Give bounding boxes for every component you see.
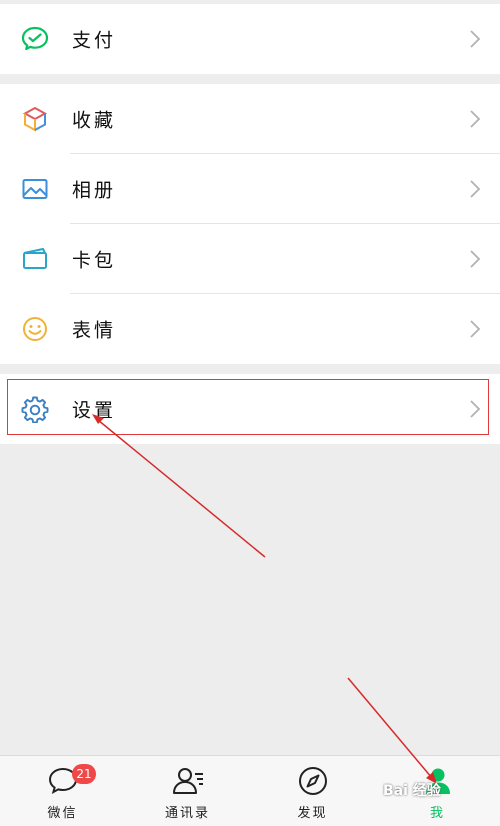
menu-item-album[interactable]: 相册 bbox=[0, 154, 500, 224]
watermark: Bai 经验 bbox=[383, 783, 441, 799]
menu-item-settings[interactable]: 设置 bbox=[0, 374, 500, 444]
menu-group-pay: 支付 bbox=[0, 4, 500, 74]
contacts-icon bbox=[172, 768, 203, 794]
tab-label: 我 bbox=[429, 806, 445, 821]
tab-label: 微信 bbox=[47, 806, 78, 821]
menu-item-label: 设置 bbox=[72, 399, 117, 422]
menu-group-main: 收藏 相册 卡包 表情 bbox=[0, 84, 500, 364]
compass-icon bbox=[298, 767, 327, 795]
chevron-right-icon bbox=[470, 180, 481, 198]
unread-badge: 21 bbox=[72, 764, 96, 784]
album-picture-icon bbox=[20, 174, 50, 204]
menu-item-label: 卡包 bbox=[72, 249, 117, 272]
menu-item-favorites[interactable]: 收藏 bbox=[0, 84, 500, 154]
menu-item-label: 支付 bbox=[72, 29, 117, 52]
menu-group-settings: 设置 bbox=[0, 374, 500, 444]
menu-item-label: 相册 bbox=[72, 179, 117, 202]
menu-item-cards[interactable]: 卡包 bbox=[0, 224, 500, 294]
tab-discover[interactable]: 发现 bbox=[250, 756, 375, 826]
wechat-pay-icon bbox=[20, 24, 50, 54]
chevron-right-icon bbox=[470, 400, 481, 418]
chevron-right-icon bbox=[470, 320, 481, 338]
chevron-right-icon bbox=[470, 110, 481, 128]
tab-label: 发现 bbox=[297, 806, 328, 821]
menu-item-label: 收藏 bbox=[72, 109, 117, 132]
sticker-smile-icon bbox=[20, 314, 50, 344]
tab-chats[interactable]: 21 微信 bbox=[0, 756, 125, 826]
chevron-right-icon bbox=[470, 250, 481, 268]
gear-icon bbox=[20, 394, 50, 424]
chevron-right-icon bbox=[470, 30, 481, 48]
tab-label: 通讯录 bbox=[164, 806, 210, 821]
menu-item-label: 表情 bbox=[72, 319, 117, 342]
favorites-cube-icon bbox=[20, 104, 50, 134]
card-wallet-icon bbox=[20, 244, 50, 274]
menu-item-pay[interactable]: 支付 bbox=[0, 4, 500, 74]
tab-contacts[interactable]: 通讯录 bbox=[125, 756, 250, 826]
menu-item-stickers[interactable]: 表情 bbox=[0, 294, 500, 364]
